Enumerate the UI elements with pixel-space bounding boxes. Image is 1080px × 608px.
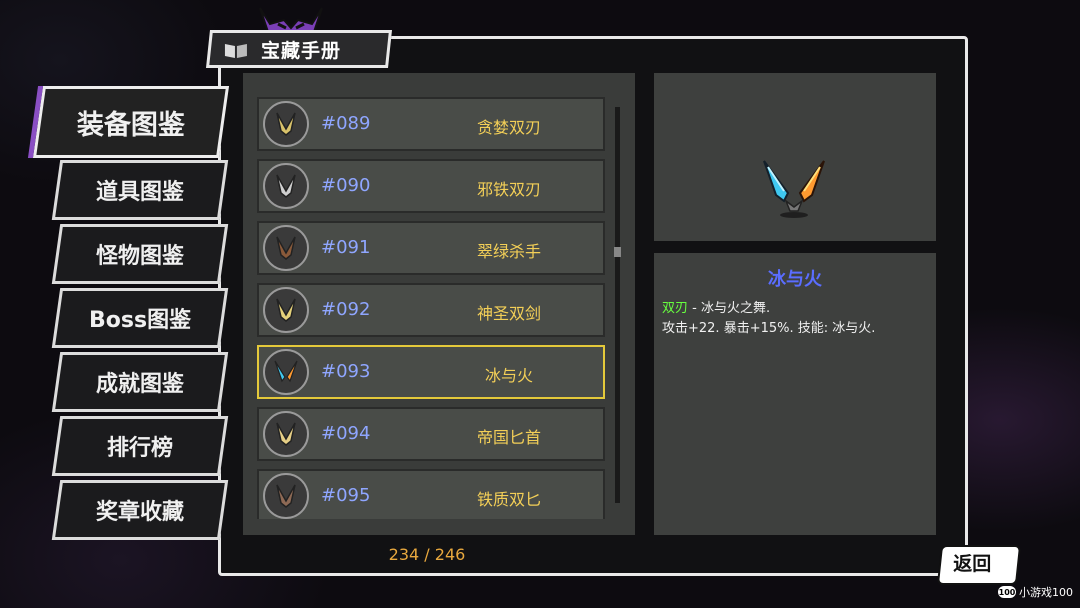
back-label: 返回: [953, 553, 992, 575]
weapon-icon: [263, 473, 309, 519]
list-item[interactable]: #091 翠绿杀手: [257, 221, 605, 275]
item-name: 冰与火: [484, 366, 533, 385]
item-flavor: - 冰与火之舞.: [688, 301, 771, 316]
item-list[interactable]: #089 贪婪双刃 #090 邪铁双刃 #091 翠绿杀手 #092 神圣双剑: [257, 97, 609, 519]
watermark: 100 小游戏100: [998, 584, 1073, 600]
item-list-panel: #089 贪婪双刃 #090 邪铁双刃 #091 翠绿杀手 #092 神圣双剑: [243, 73, 635, 535]
title-tab: 宝藏手册: [206, 30, 392, 68]
item-number: #090: [321, 175, 371, 196]
item-preview-panel: [654, 73, 936, 241]
collection-counter: 234 / 246: [388, 545, 466, 564]
item-number: #092: [321, 299, 371, 320]
scrollbar[interactable]: [615, 107, 620, 503]
back-button[interactable]: 返回: [936, 545, 1022, 585]
item-number: #094: [321, 423, 371, 444]
item-name: 铁质双匕: [476, 490, 541, 509]
list-item[interactable]: #095 铁质双匕: [257, 469, 605, 519]
tab-medals[interactable]: 奖章收藏: [51, 480, 229, 540]
book-icon: [225, 43, 247, 57]
tab-achievements[interactable]: 成就图鉴: [51, 352, 229, 412]
item-name: 神圣双剑: [476, 304, 541, 323]
tab-label: 道具图鉴: [95, 180, 184, 205]
list-item[interactable]: #090 邪铁双刃: [257, 159, 605, 213]
item-name: 邪铁双刃: [476, 180, 541, 199]
weapon-icon: [263, 349, 309, 395]
list-item[interactable]: #089 贪婪双刃: [257, 97, 605, 151]
tab-label: 怪物图鉴: [95, 244, 184, 269]
item-name: 帝国匕首: [476, 428, 541, 447]
list-item[interactable]: #092 神圣双剑: [257, 283, 605, 337]
tab-label: Boss图鉴: [88, 308, 192, 333]
item-number: #091: [321, 237, 371, 258]
item-number: #093: [321, 361, 371, 382]
item-title: 冰与火: [768, 269, 822, 290]
tab-monsters[interactable]: 怪物图鉴: [51, 224, 229, 284]
dual-blade-icon: [763, 160, 825, 218]
tab-label: 成就图鉴: [95, 372, 184, 397]
item-number: #089: [321, 113, 371, 134]
weapon-icon: [263, 287, 309, 333]
tab-items[interactable]: 道具图鉴: [51, 160, 229, 220]
item-stats: 攻击+22. 暴击+15%. 技能: 冰与火.: [662, 321, 876, 336]
tab-label: 排行榜: [106, 436, 173, 461]
tab-equipment[interactable]: 装备图鉴: [32, 86, 230, 158]
tab-label: 奖章收藏: [95, 500, 184, 525]
tab-leaderboard[interactable]: 排行榜: [51, 416, 229, 476]
list-item-selected[interactable]: #093 冰与火: [257, 345, 605, 399]
item-number: #095: [321, 485, 371, 506]
item-description: 双刃 - 冰与火之舞.: [662, 297, 770, 316]
item-name: 贪婪双刃: [476, 118, 541, 137]
weapon-icon: [263, 101, 309, 147]
item-detail-panel: 冰与火 双刃 - 冰与火之舞. 攻击+22. 暴击+15%. 技能: 冰与火.: [654, 253, 936, 535]
tab-boss[interactable]: Boss图鉴: [51, 288, 229, 348]
page-title: 宝藏手册: [261, 39, 342, 62]
tab-label: 装备图鉴: [77, 109, 185, 141]
weapon-icon: [263, 225, 309, 271]
watermark-logo: 100: [998, 586, 1016, 598]
scrollbar-thumb[interactable]: [614, 247, 621, 257]
weapon-icon: [263, 163, 309, 209]
watermark-text: 小游戏100: [1019, 586, 1073, 599]
item-name: 翠绿杀手: [476, 242, 541, 261]
list-item[interactable]: #094 帝国匕首: [257, 407, 605, 461]
item-type: 双刃: [662, 301, 689, 316]
weapon-icon: [263, 411, 309, 457]
